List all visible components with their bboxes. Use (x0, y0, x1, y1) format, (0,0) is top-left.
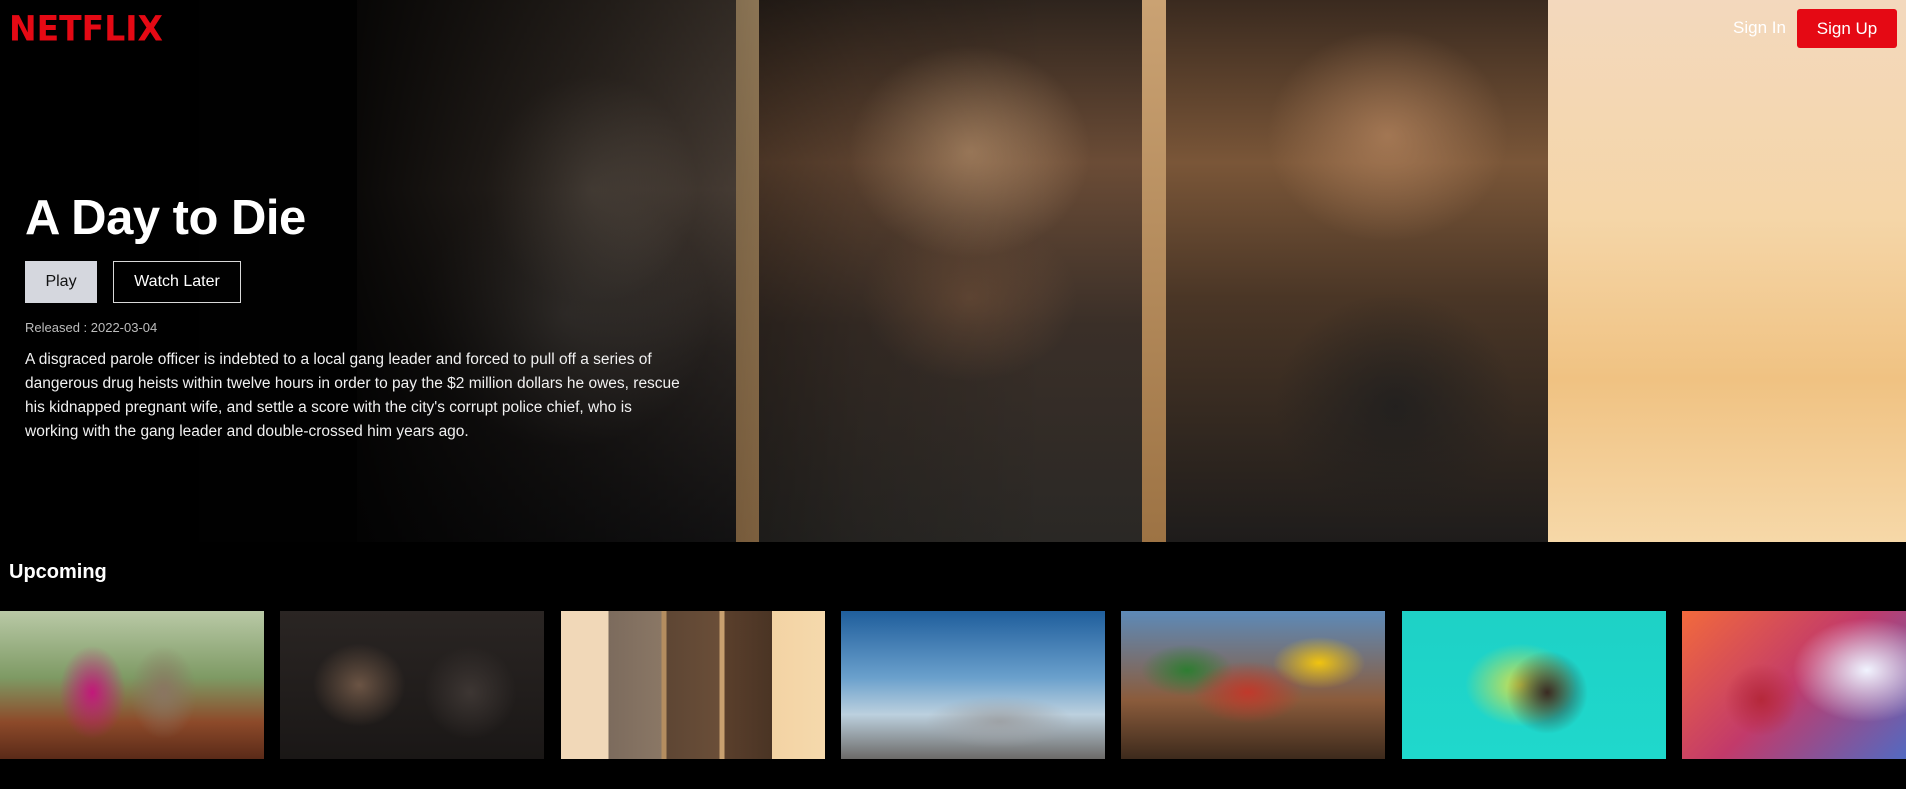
movie-overview: A disgraced parole officer is indebted t… (25, 351, 680, 440)
netflix-logo[interactable]: NETFLIX (9, 8, 163, 49)
hero-banner: A Day to Die Play Watch Later Released :… (0, 0, 1906, 542)
watch-later-button[interactable]: Watch Later (113, 261, 241, 303)
hero-gradient-overlay (0, 0, 1906, 542)
upcoming-row-title: Upcoming (9, 561, 107, 583)
movie-card-thunder-god-poster[interactable] (1682, 611, 1906, 759)
movie-card-jungle-adventure-poster[interactable] (0, 611, 264, 759)
upcoming-poster-row[interactable] (0, 611, 1906, 759)
release-date: Released : 2022-03-04 (25, 320, 158, 335)
movie-card-anime-heroes-poster[interactable] (1121, 611, 1385, 759)
sign-in-link[interactable]: Sign In (1733, 18, 1786, 38)
hero-title: A Day to Die (25, 191, 306, 245)
play-button[interactable]: Play (25, 261, 97, 303)
movie-card-teal-action-poster[interactable] (1402, 611, 1666, 759)
movie-card-confrontation-poster[interactable] (280, 611, 544, 759)
sign-up-button[interactable]: Sign Up (1797, 9, 1897, 48)
movie-card-fighter-plane-poster[interactable] (841, 611, 1105, 759)
movie-card-a-day-to-die-poster[interactable] (561, 611, 825, 759)
